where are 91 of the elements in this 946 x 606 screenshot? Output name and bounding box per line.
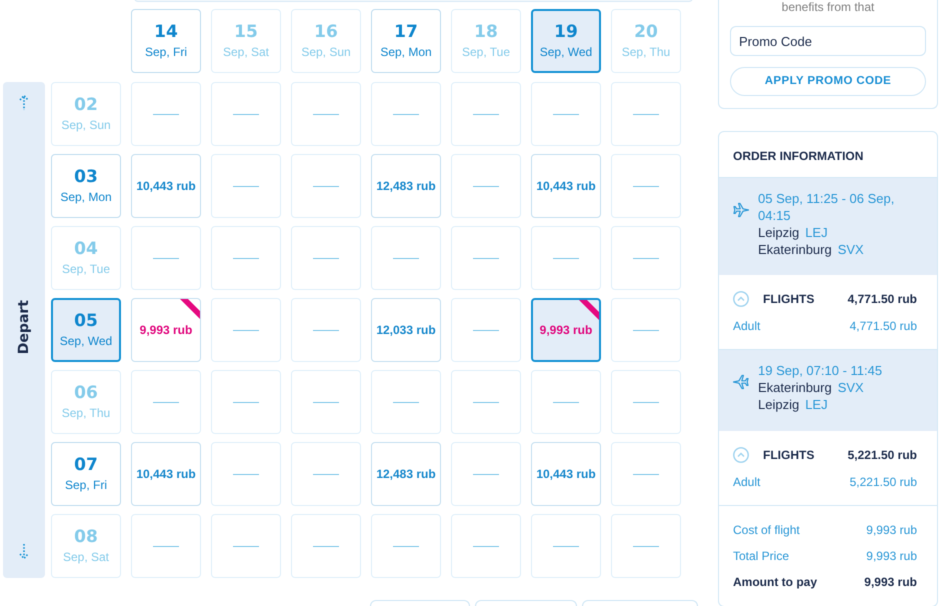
fare-cell[interactable] bbox=[291, 298, 361, 362]
fare-cell[interactable] bbox=[131, 514, 201, 578]
fare-cell[interactable] bbox=[611, 442, 681, 506]
passenger-price: 4,771.50 rub bbox=[850, 318, 917, 335]
fare-title: FLIGHTS bbox=[763, 291, 814, 308]
airport-code: LEJ bbox=[805, 396, 828, 413]
fare-cell[interactable] bbox=[531, 370, 601, 434]
fare-total: 5,221.50 rub bbox=[848, 447, 917, 464]
fare-cell[interactable] bbox=[611, 226, 681, 290]
fare-cell[interactable] bbox=[131, 370, 201, 434]
fare-cell[interactable] bbox=[211, 154, 281, 218]
fare-cell[interactable] bbox=[611, 154, 681, 218]
fare-cell[interactable] bbox=[131, 226, 201, 290]
fare-cell[interactable] bbox=[451, 514, 521, 578]
total-value: 9,993 rub bbox=[866, 548, 917, 565]
fare-cell[interactable]: 10,443 rub bbox=[531, 442, 601, 506]
up-arrow-icon bbox=[18, 94, 30, 110]
fare-cell[interactable]: 10,443 rub bbox=[131, 154, 201, 218]
fare-title: FLIGHTS bbox=[763, 447, 814, 464]
fare-cell[interactable] bbox=[211, 370, 281, 434]
fare-cell[interactable] bbox=[451, 370, 521, 434]
fare-cell[interactable] bbox=[371, 82, 441, 146]
city-name: Leipzig bbox=[758, 396, 800, 413]
fare-cell[interactable] bbox=[611, 298, 681, 362]
flight-times: 05 Sep, 11:25 - 06 Sep, 04:15 bbox=[758, 190, 896, 224]
total-value: 9,993 rub bbox=[864, 574, 917, 591]
fare-total: 4,771.50 rub bbox=[848, 291, 917, 308]
return-date-button[interactable]: 14 Sep, Fri bbox=[131, 9, 201, 73]
fare-cell[interactable] bbox=[291, 514, 361, 578]
total-label: Cost of flight bbox=[733, 522, 800, 539]
airplane-icon bbox=[733, 202, 749, 218]
fare-cell[interactable] bbox=[611, 82, 681, 146]
depart-date-button[interactable]: 03 Sep, Mon bbox=[51, 154, 121, 218]
fare-cell[interactable]: 12,483 rub bbox=[371, 442, 441, 506]
depart-date-button[interactable]: 05 Sep, Wed bbox=[51, 298, 121, 362]
airport-code: SVX bbox=[838, 379, 864, 396]
passenger-type: Adult bbox=[733, 474, 760, 491]
corner-ribbon-icon bbox=[579, 300, 599, 320]
fare-cell[interactable]: 10,443 rub bbox=[131, 442, 201, 506]
total-label: Total Price bbox=[733, 548, 790, 565]
fare-cell[interactable] bbox=[531, 82, 601, 146]
city-name: Ekaterinburg bbox=[758, 241, 832, 258]
airport-code: LEJ bbox=[805, 224, 828, 241]
fare-cell[interactable] bbox=[291, 226, 361, 290]
fare-cell[interactable] bbox=[371, 226, 441, 290]
passenger-type: Adult bbox=[733, 318, 760, 335]
fare-cell[interactable]: 9,993 rub bbox=[531, 298, 601, 362]
fare-cell[interactable]: 10,443 rub bbox=[531, 154, 601, 218]
fare-cell[interactable] bbox=[291, 370, 361, 434]
fare-cell[interactable] bbox=[291, 154, 361, 218]
collapse-chevron-icon[interactable] bbox=[733, 291, 749, 307]
depart-date-button[interactable]: 07 Sep, Fri bbox=[51, 442, 121, 506]
airplane-icon bbox=[733, 374, 749, 390]
fare-cell[interactable] bbox=[371, 514, 441, 578]
fare-cell[interactable] bbox=[531, 226, 601, 290]
promo-code-field[interactable]: Promo Code bbox=[730, 26, 926, 56]
fare-cell[interactable] bbox=[211, 298, 281, 362]
fare-cell[interactable] bbox=[291, 82, 361, 146]
fare-cell[interactable] bbox=[371, 370, 441, 434]
fare-cell[interactable] bbox=[291, 442, 361, 506]
fare-cell[interactable] bbox=[451, 442, 521, 506]
fare-cell[interactable]: 9,993 rub bbox=[131, 298, 201, 362]
promo-intro-text: benefits from that bbox=[780, 0, 876, 14]
passenger-price: 5,221.50 rub bbox=[850, 474, 917, 491]
down-arrow-icon bbox=[18, 544, 30, 560]
fare-cell[interactable] bbox=[211, 514, 281, 578]
depart-axis-label: Depart bbox=[16, 300, 32, 354]
airport-code: SVX bbox=[838, 241, 864, 258]
return-date-button[interactable]: 17 Sep, Mon bbox=[371, 9, 441, 73]
fare-cell[interactable] bbox=[611, 514, 681, 578]
total-value: 9,993 rub bbox=[866, 522, 917, 539]
fare-cell[interactable] bbox=[211, 82, 281, 146]
fare-cell[interactable] bbox=[211, 226, 281, 290]
city-name: Leipzig bbox=[758, 224, 800, 241]
city-name: Ekaterinburg bbox=[758, 379, 832, 396]
fare-cell[interactable] bbox=[131, 82, 201, 146]
fare-cell[interactable]: 12,033 rub bbox=[371, 298, 441, 362]
fare-cell[interactable] bbox=[451, 154, 521, 218]
flight-times: 19 Sep, 07:10 - 11:45 bbox=[758, 362, 882, 379]
fare-cell[interactable] bbox=[451, 82, 521, 146]
return-date-button[interactable]: 19 Sep, Wed bbox=[531, 9, 601, 73]
fare-cell[interactable] bbox=[531, 514, 601, 578]
fare-cell[interactable] bbox=[611, 370, 681, 434]
fare-cell[interactable] bbox=[451, 226, 521, 290]
fare-cell[interactable] bbox=[211, 442, 281, 506]
apply-promo-button[interactable]: APPLY PROMO CODE bbox=[730, 67, 926, 96]
total-label: Amount to pay bbox=[733, 574, 817, 591]
corner-ribbon-icon bbox=[180, 299, 200, 319]
fare-cell[interactable] bbox=[451, 298, 521, 362]
fare-cell[interactable]: 12,483 rub bbox=[371, 154, 441, 218]
collapse-chevron-icon[interactable] bbox=[733, 447, 749, 463]
